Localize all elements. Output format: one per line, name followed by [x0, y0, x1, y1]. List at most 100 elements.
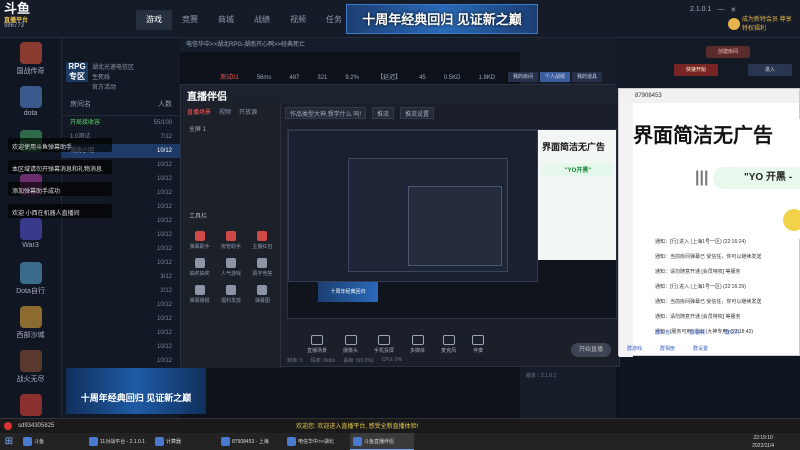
- quick-start-button[interactable]: 快速开始: [674, 64, 718, 76]
- enter-button[interactable]: 进入: [748, 64, 792, 76]
- tool-grid-item[interactable]: 人气游戏: [216, 258, 245, 277]
- tools-label: 工具栏: [189, 214, 208, 220]
- room-count: 3/12: [160, 274, 172, 280]
- qq-messages: 通知：[行] 进入 (上海1号一区) (22:16:24) 通知：当前房间弹幕已 …: [655, 235, 800, 340]
- stat-text: 丢帧: 0(0.0%): [343, 358, 374, 364]
- source-button[interactable]: 伴奏: [472, 335, 485, 354]
- tool-field[interactable]: 作品类型大神,想学什么 吗!: [285, 107, 367, 119]
- chat-message: 添加弹幕助手成功: [8, 182, 112, 196]
- source-label: 伴奏: [473, 348, 484, 354]
- stream-tool-titlebar[interactable]: 直播伴侣: [181, 85, 621, 103]
- source-icon: [442, 335, 455, 345]
- area-line-3[interactable]: 官方活动: [92, 82, 116, 91]
- status-g: 1.8KD: [478, 75, 496, 81]
- area-line-1[interactable]: 湖北光速电信区: [92, 62, 134, 71]
- tool-grid-item[interactable]: 福利发放: [216, 285, 245, 304]
- game-item[interactable]: 西部沙城: [0, 306, 61, 346]
- room-row[interactable]: 2/12: [62, 284, 180, 298]
- qq-link[interactable]: 群相册: [660, 345, 675, 352]
- scene-item[interactable]: 全屏 1: [181, 120, 280, 137]
- qq-link[interactable]: 群游戏: [627, 345, 642, 352]
- tool-grid-item[interactable]: 房管助手: [216, 231, 245, 250]
- nav-item[interactable]: 战绩: [244, 10, 280, 30]
- taskbar-app[interactable]: 11对战平台 - 2.1.0.1: [86, 433, 150, 450]
- game-icon: [19, 42, 42, 64]
- taskbar-message: 欢迎您: 欢迎进入直播平台, 感受全新直播体验!: [296, 424, 419, 430]
- close-icon[interactable]: ✕: [730, 6, 736, 14]
- room-count: 10/12: [156, 330, 172, 336]
- taskbar-app[interactable]: 斗鱼直播伴侣: [350, 433, 414, 450]
- room-list: RPG 专区 湖北光速电信区 生死线 官方活动 房间名 人数 开局接收容 55/1…: [62, 38, 180, 418]
- room-row[interactable]: 10/12: [62, 354, 180, 368]
- game-item[interactable]: dota: [0, 86, 61, 126]
- qq-link[interactable]: 群公告: [655, 329, 670, 336]
- tool-field[interactable]: 推流设置: [400, 107, 435, 119]
- start-icon[interactable]: ⊞: [0, 433, 18, 450]
- qq-title[interactable]: 87908453: [619, 89, 799, 103]
- source-button[interactable]: 摄像头: [343, 335, 358, 354]
- tool-fields: 作品类型大神,想学什么 吗! 推流 推流设置: [281, 103, 621, 123]
- right-tab[interactable]: 个人战绩: [540, 72, 570, 82]
- source-button[interactable]: 手机投屏: [374, 335, 394, 354]
- nav-item[interactable]: 商城: [208, 10, 244, 30]
- game-item[interactable]: Dota自行: [0, 262, 61, 302]
- taskbar-user[interactable]: sd934305825: [18, 423, 54, 429]
- area-line-2[interactable]: 生死线: [92, 72, 110, 81]
- create-room-button[interactable]: 创建房间: [706, 46, 750, 58]
- qq-link[interactable]: 群视频: [690, 329, 705, 336]
- tool-tab[interactable]: 直播场景: [187, 107, 211, 116]
- source-button[interactable]: 直播场景: [307, 335, 327, 354]
- taskbar-app[interactable]: 计算器: [152, 433, 216, 450]
- status-e: 45: [419, 75, 426, 81]
- room-row[interactable]: 10/12: [62, 242, 180, 256]
- room-count: 10/12: [156, 358, 172, 364]
- minimize-icon[interactable]: —: [717, 6, 724, 14]
- tool-grid-item[interactable]: 弹幕图: [248, 285, 277, 304]
- qq-link[interactable]: 群文件: [725, 329, 740, 336]
- vip-promo[interactable]: 成为新特会员 尊享特权福利: [742, 16, 796, 36]
- tool-grid-item[interactable]: 抽奖抽奖: [185, 258, 214, 277]
- tool-grid-item[interactable]: 弹幕播报: [185, 285, 214, 304]
- source-button[interactable]: 多媒体: [410, 335, 425, 354]
- tool-field[interactable]: 推流: [372, 107, 395, 119]
- top-banner[interactable]: 十周年经典回归 见证新之巅: [346, 4, 538, 34]
- taskbar-app[interactable]: 斗鱼: [20, 433, 84, 450]
- nav-item[interactable]: 游戏: [136, 10, 172, 30]
- bottom-banner[interactable]: 十周年经典回归 见证新之巅: [66, 368, 206, 414]
- room-row[interactable]: 10/12: [62, 228, 180, 242]
- source-button[interactable]: 麦克风: [441, 335, 456, 354]
- room-row[interactable]: 10/12: [62, 256, 180, 270]
- room-count: 10/12: [156, 204, 172, 210]
- game-item[interactable]: 国战传奇: [0, 42, 61, 82]
- right-tab[interactable]: 我的道具: [572, 72, 602, 82]
- clock[interactable]: 22:19:10 2022/11/4: [752, 434, 774, 450]
- tool-grid-item[interactable]: 主播红包: [248, 231, 277, 250]
- room-row[interactable]: 10/12: [62, 326, 180, 340]
- nav-item[interactable]: [100, 10, 136, 30]
- room-row[interactable]: 10/12: [62, 340, 180, 354]
- room-row[interactable]: 开局接收容 55/100: [62, 116, 180, 130]
- game-item[interactable]: 战火无尽: [0, 350, 61, 390]
- preview-canvas[interactable]: 界面简洁无广告 "YO开黑" 十周年经典回归: [287, 129, 617, 319]
- room-row[interactable]: 10/12: [62, 312, 180, 326]
- nav-item[interactable]: 视频: [280, 10, 316, 30]
- go-live-button[interactable]: 开始直播: [571, 343, 611, 357]
- tool-grid-item[interactable]: 弹幕助手: [185, 231, 214, 250]
- tool-grid-item[interactable]: 猜字竞答: [248, 258, 277, 277]
- stream-tool-sidebar: 直播场景 视频 开放源 全屏 1 工具栏 弹幕助手 房管助手 主播红包抽奖抽奖 人气游戏 猜…: [181, 103, 281, 368]
- room-row[interactable]: 10/12: [62, 298, 180, 312]
- tool-tab[interactable]: 开放源: [239, 107, 257, 116]
- taskbar-apps: ⊞ 斗鱼 11对战平台 - 2.1.0.1 计算器 87908453 - 上海 电信华中…: [0, 433, 800, 450]
- nav-item[interactable]: [64, 10, 100, 30]
- qq-message: 通知：当前房间弹幕已 受信任，你可以继续发送: [655, 299, 762, 305]
- right-tab[interactable]: 我的房间: [508, 72, 538, 82]
- clock-date: 2022/11/4: [752, 443, 774, 449]
- taskbar-app[interactable]: 87908453 - 上海: [218, 433, 282, 450]
- room-row[interactable]: 3/12: [62, 270, 180, 284]
- nav-item[interactable]: 竞赛: [172, 10, 208, 30]
- tool-tab[interactable]: 视频: [219, 107, 231, 116]
- source-buttons: 直播场景 摄像头 手机投屏 多媒体 麦克风 伴奏: [287, 335, 617, 354]
- source-icon: [311, 335, 323, 345]
- taskbar-app[interactable]: 电信华中>>湖北: [284, 433, 348, 450]
- qq-link[interactable]: 群设置: [693, 345, 708, 352]
